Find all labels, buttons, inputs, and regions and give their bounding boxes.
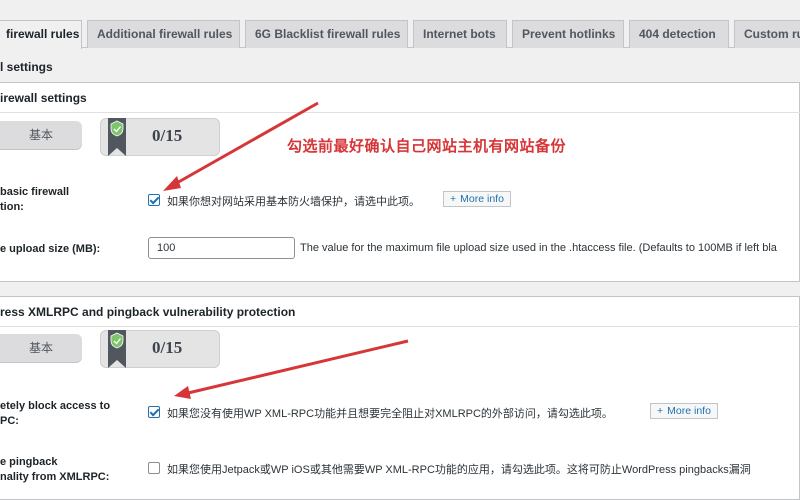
label-line: nality from XMLRPC: <box>0 471 110 483</box>
block-xmlrpc-description: 如果您没有使用WP XML-RPC功能并且想要完全阻止对XMLRPC的外部访问，… <box>167 408 613 420</box>
block-xmlrpc-label: etely block access to PC: <box>0 399 110 429</box>
nav-tab-bar: firewall rules Additional firewall rules… <box>0 0 800 49</box>
xmlrpc-postbox: ress XMLRPC and pingback vulnerability p… <box>0 296 800 500</box>
more-info-button[interactable]: + More info <box>650 403 718 419</box>
section-title: l settings <box>0 60 53 74</box>
label-line: etely block access to <box>0 400 111 412</box>
basic-firewall-postbox: irewall settings 基本 0/15 勾选前最好确认自己网站主机有网… <box>0 82 800 282</box>
tab-prevent-hotlinks[interactable]: Prevent hotlinks <box>512 20 624 48</box>
tab-custom-rules[interactable]: Custom ru <box>734 20 800 48</box>
enable-basic-firewall-checkbox[interactable] <box>148 194 160 206</box>
postbox-header: irewall settings <box>0 83 800 113</box>
security-points-box: 0/15 <box>100 118 220 156</box>
tab-additional-firewall-rules[interactable]: Additional firewall rules <box>87 20 240 48</box>
disable-pingback-label: e pingback nality from XMLRPC: <box>0 455 109 485</box>
label-line: e pingback <box>0 456 58 468</box>
enable-basic-firewall-description: 如果你想对网站采用基本防火墙保护，请选中此项。 <box>167 196 420 208</box>
shield-ribbon-icon <box>108 118 126 156</box>
tab-6g-blacklist[interactable]: 6G Blacklist firewall rules <box>245 20 408 48</box>
label-line: tion: <box>0 201 24 213</box>
label-line: basic firewall <box>0 186 70 198</box>
shield-ribbon-icon <box>108 330 126 368</box>
security-points-score: 0/15 <box>152 126 183 145</box>
security-points-box: 0/15 <box>100 330 220 368</box>
max-upload-size-description: The value for the maximum file upload si… <box>300 242 777 254</box>
more-info-button[interactable]: + More info <box>443 191 511 207</box>
plus-icon: + <box>657 405 664 417</box>
disable-pingback-description: 如果您使用Jetpack或WP iOS或其他需要WP XML-RPC功能的应用，… <box>167 464 751 476</box>
tab-firewall-rules[interactable]: firewall rules <box>0 20 82 49</box>
more-info-label: More info <box>460 193 504 205</box>
annotation-note: 勾选前最好确认自己网站主机有网站备份 <box>287 137 567 155</box>
security-grade-badge: 基本 <box>0 334 82 362</box>
security-points-score: 0/15 <box>152 338 183 357</box>
disable-pingback-checkbox[interactable] <box>148 462 160 474</box>
postbox-header: ress XMLRPC and pingback vulnerability p… <box>0 297 800 327</box>
tab-internet-bots[interactable]: Internet bots <box>413 20 507 48</box>
tab-404-detection[interactable]: 404 detection <box>629 20 729 48</box>
max-upload-size-input[interactable] <box>148 237 295 259</box>
security-grade-badge: 基本 <box>0 121 82 149</box>
label-line: PC: <box>0 415 19 427</box>
max-upload-size-label: e upload size (MB): <box>0 243 101 255</box>
block-xmlrpc-checkbox[interactable] <box>148 406 160 418</box>
plus-icon: + <box>450 193 457 205</box>
more-info-label: More info <box>667 405 711 417</box>
enable-basic-firewall-label: basic firewall tion: <box>0 185 69 215</box>
